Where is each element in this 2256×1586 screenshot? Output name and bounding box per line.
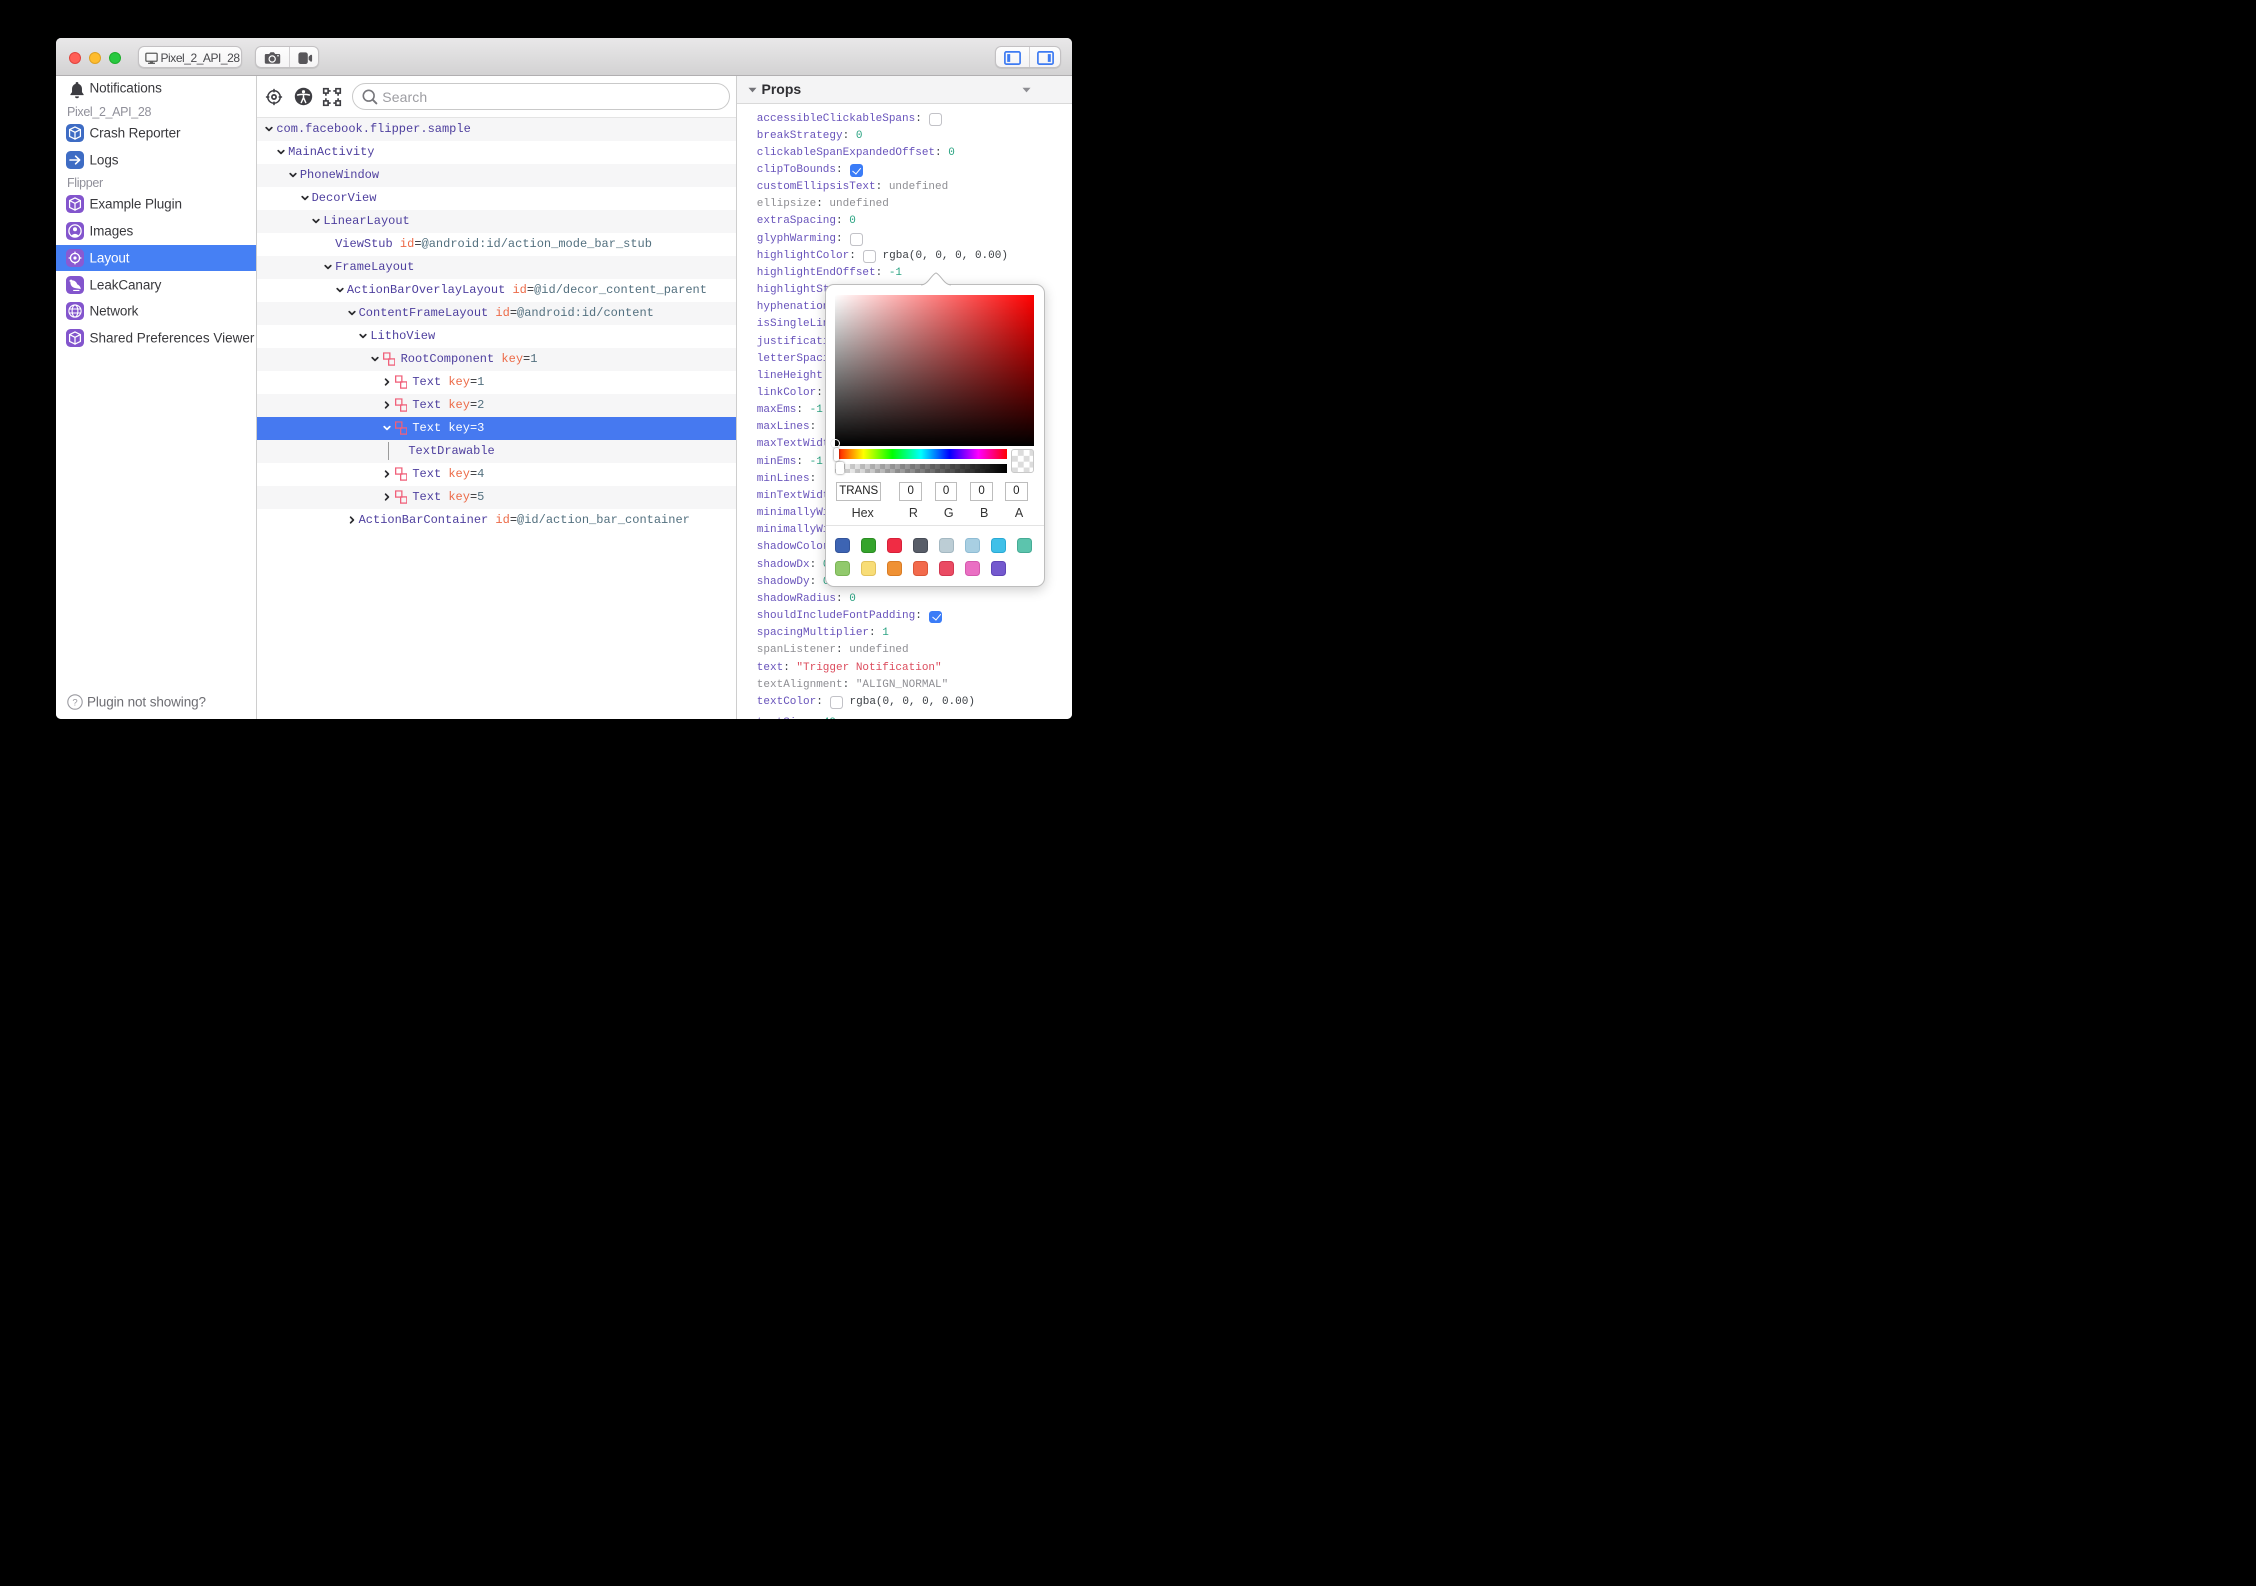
svg-text:?: ? xyxy=(72,697,77,708)
